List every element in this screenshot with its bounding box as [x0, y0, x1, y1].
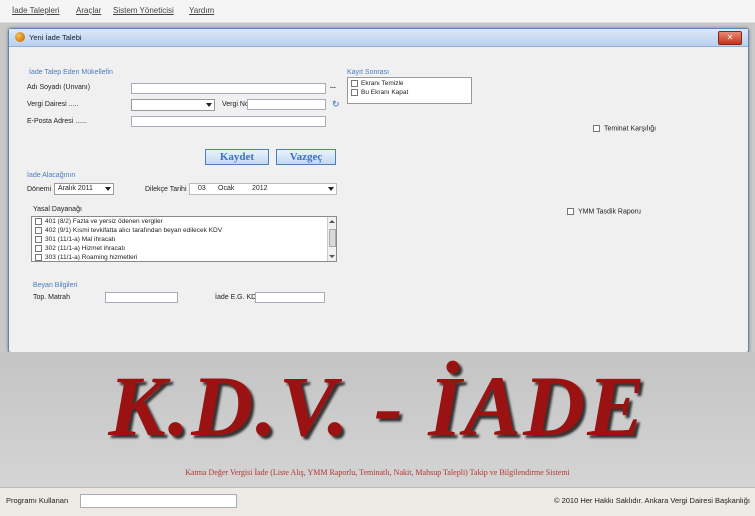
list-item[interactable]: 402 (9/1) Kısmi tevkifatta alıcı tarafın… — [35, 227, 222, 234]
period-label: Dönemi — [27, 186, 52, 193]
banner-title: K.D.V. - İADE — [108, 358, 647, 454]
menu-araclar[interactable]: Araçlar — [76, 6, 101, 15]
checkbox-icon[interactable] — [35, 245, 42, 252]
checkbox-icon[interactable] — [35, 254, 42, 261]
list-item[interactable]: 303 (11/1-a) Roaming hizmetleri — [35, 254, 137, 261]
close-button[interactable]: ✕ — [718, 31, 742, 45]
declaration-group-label: Beyan Bilgileri — [33, 282, 78, 289]
petition-month: Ocak — [218, 185, 235, 192]
scroll-up-icon[interactable] — [329, 220, 335, 223]
period-select[interactable]: Aralık 2011 — [54, 183, 114, 195]
legal-basis-label: Yasal Dayanağı — [33, 206, 82, 213]
menu-iade-talepleri[interactable]: İade Talepleri — [12, 6, 59, 15]
new-refund-window: Yeni İade Talebi ✕ İade Talep Eden Mükel… — [8, 28, 749, 353]
chevron-down-icon — [206, 103, 212, 107]
scroll-down-icon[interactable] — [329, 255, 335, 258]
email-label: E-Posta Adresi ...... — [27, 118, 87, 125]
petition-date-label: Dilekçe Tarihi — [145, 186, 187, 193]
checkbox-icon[interactable] — [35, 236, 42, 243]
matrah-label: Top. Matrah — [33, 294, 70, 301]
record-option-close[interactable]: Bu Ekranı Kapat — [351, 89, 408, 96]
refund-group-label: İade Alacağının — [27, 172, 76, 179]
checkbox-icon[interactable] — [35, 218, 42, 225]
banner-subtitle: Katma Değer Vergisi İade (Liste Alış, YM… — [185, 468, 570, 477]
app-icon — [15, 32, 25, 42]
save-button[interactable]: Kaydet — [205, 149, 269, 165]
email-input[interactable] — [131, 116, 326, 127]
window-title: Yeni İade Talebi — [29, 33, 82, 42]
guarantee-checkbox[interactable]: Teminat Karşılığı — [593, 125, 656, 132]
menu-bar: İade Talepleri Araçlar Sistem Yöneticisi… — [0, 0, 755, 23]
user-field — [80, 494, 237, 508]
user-label: Programı Kullanan — [6, 496, 69, 505]
petition-date-picker[interactable]: 03 Ocak 2012 — [189, 183, 337, 195]
ymm-checkbox[interactable]: YMM Tasdik Raporu — [567, 208, 641, 215]
kdv-input[interactable] — [255, 292, 325, 303]
record-group-label: Kayıt Sonrası — [347, 69, 390, 76]
name-input[interactable] — [131, 83, 326, 94]
chevron-down-icon — [105, 187, 111, 191]
record-option-clear[interactable]: Ekranı Temizle — [351, 80, 404, 87]
name-label: Adı Soyadı (Unvanı) — [27, 84, 91, 91]
checkbox-icon[interactable] — [35, 227, 42, 234]
matrah-input[interactable] — [105, 292, 178, 303]
legal-basis-list[interactable]: 401 (8/2) Fazla ve yersiz ödenen vergile… — [31, 216, 337, 262]
menu-yardim[interactable]: Yardım — [189, 6, 214, 15]
taxno-label: Vergi No — [222, 101, 249, 108]
chevron-down-icon — [328, 187, 334, 191]
list-item[interactable]: 302 (11/1-a) Hizmet ihracatı — [35, 245, 125, 252]
petition-year: 2012 — [252, 185, 268, 192]
petition-day: 03 — [198, 185, 206, 192]
browse-button[interactable]: ... — [330, 83, 336, 90]
refresh-icon[interactable]: ↻ — [332, 99, 340, 110]
menu-sistem-yoneticisi[interactable]: Sistem Yöneticisi — [113, 6, 174, 15]
taxno-input[interactable] — [247, 99, 326, 110]
list-item[interactable]: 401 (8/2) Fazla ve yersiz ödenen vergile… — [35, 218, 163, 225]
office-label: Vergi Dairesi ..... — [27, 101, 79, 108]
applicant-group-label: İade Talep Eden Mükellefin — [29, 69, 113, 76]
status-bar: Programı Kullanan © 2010 Her Hakkı Saklı… — [0, 487, 755, 516]
list-scrollbar[interactable] — [327, 217, 336, 261]
list-item[interactable]: 301 (11/1-a) Mal ihracatı — [35, 236, 115, 243]
scroll-thumb[interactable] — [329, 229, 336, 247]
window-titlebar: Yeni İade Talebi ✕ — [9, 29, 748, 47]
copyright-text: © 2010 Her Hakkı Saklıdır. Ankara Vergi … — [553, 496, 750, 505]
record-options-box: Ekranı Temizle Bu Ekranı Kapat — [347, 77, 472, 104]
cancel-button[interactable]: Vazgeç — [276, 149, 336, 165]
office-select[interactable] — [131, 99, 215, 111]
